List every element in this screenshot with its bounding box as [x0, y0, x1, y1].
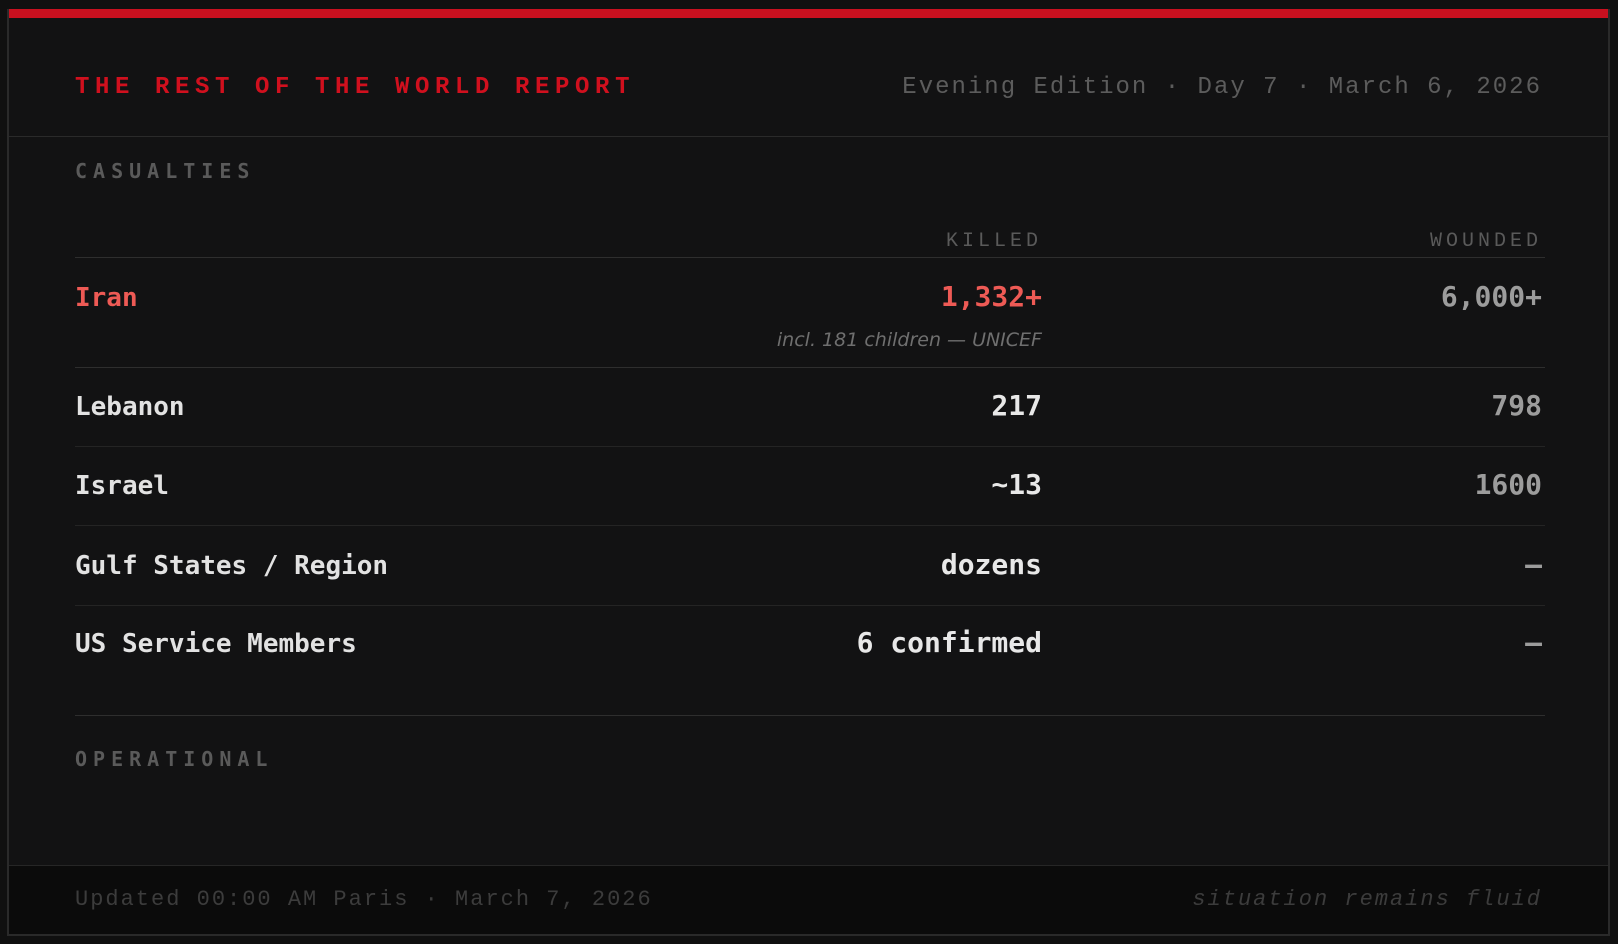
- wounded-value: 1600: [1474, 468, 1542, 501]
- killed-value: dozens: [940, 548, 1042, 581]
- edition-info: Evening Edition · Day 7 · March 6, 2026: [902, 74, 1542, 101]
- wounded-value: —: [1525, 548, 1542, 581]
- row-label: Lebanon: [75, 392, 185, 422]
- wounded-value: —: [1525, 626, 1542, 659]
- wounded-value: 6,000+: [1440, 280, 1542, 313]
- section-divider: [75, 715, 1545, 716]
- killed-value: ~13: [991, 468, 1042, 501]
- status-note: situation remains fluid: [1192, 887, 1542, 912]
- accent-bar: [9, 9, 1608, 18]
- killed-value: 1,332+: [940, 280, 1042, 313]
- row-label: Iran: [75, 283, 138, 313]
- operational-section-label: OPERATIONAL: [75, 747, 274, 771]
- row-divider: [75, 525, 1545, 526]
- table-header-divider: [75, 257, 1545, 258]
- killed-column-header: KILLED: [945, 230, 1042, 253]
- wounded-column-header: WOUNDED: [1429, 230, 1542, 253]
- report-card: THE REST OF THE WORLD REPORT Evening Edi…: [7, 9, 1610, 936]
- killed-value: 217: [991, 389, 1042, 422]
- report-header: THE REST OF THE WORLD REPORT Evening Edi…: [9, 18, 1608, 137]
- killed-note: incl. 181 children — UNICEF: [776, 329, 1042, 351]
- row-label: Israel: [75, 471, 169, 501]
- updated-timestamp: Updated 00:00 AM Paris · March 7, 2026: [75, 887, 653, 912]
- report-footer: Updated 00:00 AM Paris · March 7, 2026 s…: [9, 865, 1608, 934]
- report-title: THE REST OF THE WORLD REPORT: [75, 74, 636, 101]
- row-divider: [75, 605, 1545, 606]
- row-divider: [75, 367, 1545, 368]
- page: THE REST OF THE WORLD REPORT Evening Edi…: [0, 0, 1618, 944]
- wounded-value: 798: [1491, 389, 1542, 422]
- row-label: US Service Members: [75, 629, 357, 659]
- row-label: Gulf States / Region: [75, 551, 389, 581]
- row-divider: [75, 446, 1545, 447]
- killed-value: 6 confirmed: [856, 626, 1042, 659]
- casualties-section-label: CASUALTIES: [75, 159, 256, 183]
